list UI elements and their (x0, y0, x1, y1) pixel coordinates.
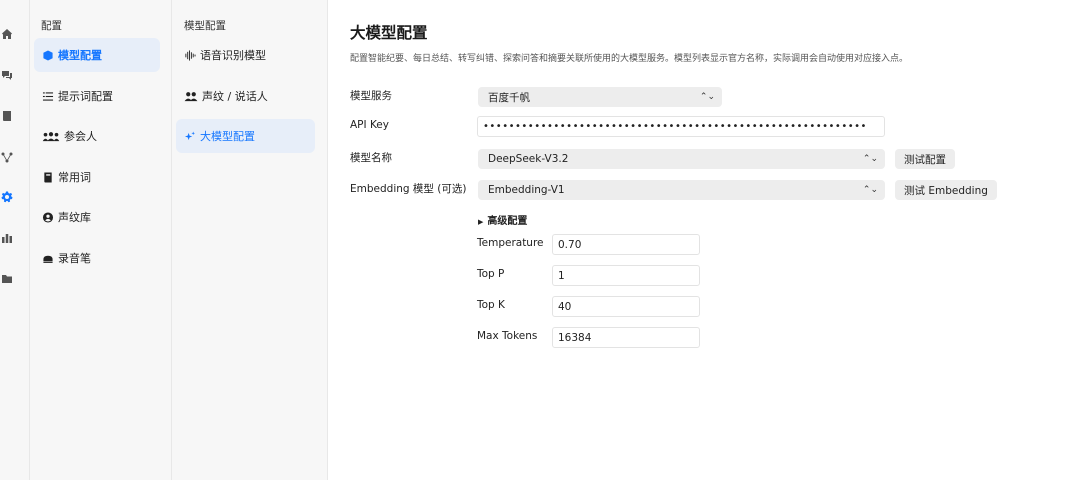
chevron-updown-icon: ⌃⌄ (862, 154, 878, 164)
people-icon (183, 90, 199, 102)
service-label: 模型服务 (350, 90, 392, 102)
nav-item-recorder[interactable]: 录音笔 (34, 241, 160, 275)
book-icon[interactable] (0, 109, 14, 123)
nav-item-label: 模型配置 (58, 49, 102, 62)
list-icon (41, 90, 55, 102)
chevron-updown-icon: ⌃⌄ (862, 185, 878, 195)
llm-config-panel: 大模型配置 配置智能纪要、每日总结、转写纠错、探索问答和摘要关联所使用的大模型服… (329, 0, 1080, 480)
nav-item-label: 常用词 (58, 171, 91, 184)
embedding-label: Embedding 模型 (可选) (350, 183, 467, 195)
nav-item-asr-model[interactable]: 语音识别模型 (176, 38, 315, 72)
test-config-button[interactable]: 测试配置 (895, 149, 955, 169)
nav-item-participants[interactable]: 参会人 (34, 119, 160, 153)
triangle-right-icon: ▶ (478, 218, 484, 226)
users-icon (41, 130, 61, 142)
graph-icon[interactable] (0, 150, 14, 164)
icon-rail (0, 0, 30, 480)
nav-item-voiceprint-library[interactable]: 声纹库 (34, 200, 160, 234)
chevron-updown-icon: ⌃⌄ (699, 92, 715, 102)
nav-item-common-words[interactable]: 常用词 (34, 160, 160, 194)
nav-item-llm-config[interactable]: 大模型配置 (176, 119, 315, 153)
temperature-input[interactable] (552, 234, 700, 255)
top-k-input[interactable] (552, 296, 700, 317)
nav-item-label: 声纹库 (58, 211, 91, 224)
cube-icon (41, 49, 55, 61)
model-name-select[interactable]: DeepSeek-V3.2 ⌃⌄ (478, 149, 885, 169)
temperature-label: Temperature (477, 237, 544, 249)
nav-item-model-config[interactable]: 模型配置 (34, 38, 160, 72)
nav-item-label: 录音笔 (58, 252, 91, 265)
top-k-label: Top K (477, 299, 505, 311)
top-p-label: Top P (477, 268, 505, 280)
sparkle-icon (183, 130, 197, 142)
model-name-value: DeepSeek-V3.2 (488, 153, 569, 165)
home-icon[interactable] (0, 27, 14, 41)
service-select[interactable]: 百度千帆 ⌃⌄ (478, 87, 722, 107)
top-p-input[interactable] (552, 265, 700, 286)
max-tokens-label: Max Tokens (477, 330, 538, 342)
test-embedding-button[interactable]: 测试 Embedding (895, 180, 997, 200)
page-description: 配置智能纪要、每日总结、转写纠错、探索问答和摘要关联所使用的大模型服务。模型列表… (350, 54, 909, 64)
embedding-select[interactable]: Embedding-V1 ⌃⌄ (478, 180, 885, 200)
waveform-icon (183, 49, 197, 61)
gear-icon[interactable] (0, 190, 14, 204)
page-title: 大模型配置 (350, 24, 428, 42)
nav-item-label: 语音识别模型 (200, 49, 266, 62)
model-config-nav: 模型配置 语音识别模型 声纹 / 说话人 大模型配置 (172, 0, 328, 480)
nav-item-label: 声纹 / 说话人 (202, 90, 268, 103)
chart-icon[interactable] (0, 231, 14, 245)
embedding-value: Embedding-V1 (488, 184, 565, 196)
service-select-value: 百度千帆 (488, 91, 530, 104)
settings-nav-title: 配置 (41, 20, 62, 32)
folder-icon[interactable] (0, 272, 14, 286)
advanced-config-toggle[interactable]: ▶ 高级配置 (478, 212, 527, 227)
nav-item-label: 大模型配置 (200, 130, 255, 143)
chat-icon[interactable] (0, 68, 14, 82)
nav-item-label: 提示词配置 (58, 90, 113, 103)
model-name-label: 模型名称 (350, 152, 392, 164)
nav-item-prompt-config[interactable]: 提示词配置 (34, 79, 160, 113)
apikey-label: API Key (350, 119, 389, 131)
settings-nav: 配置 模型配置 提示词配置 参会人 常用词 声纹库 录音笔 (30, 0, 172, 480)
apikey-value: ••••••••••••••••••••••••••••••••••••••••… (483, 121, 867, 132)
nav-item-voiceprint-speaker[interactable]: 声纹 / 说话人 (176, 79, 315, 113)
nav-item-label: 参会人 (64, 130, 97, 143)
book-icon (41, 171, 55, 183)
apikey-input[interactable]: ••••••••••••••••••••••••••••••••••••••••… (477, 116, 885, 137)
recorder-icon (41, 252, 55, 264)
model-config-nav-title: 模型配置 (184, 20, 226, 32)
user-circle-icon (41, 211, 55, 223)
max-tokens-input[interactable] (552, 327, 700, 348)
advanced-config-label: 高级配置 (487, 216, 528, 227)
